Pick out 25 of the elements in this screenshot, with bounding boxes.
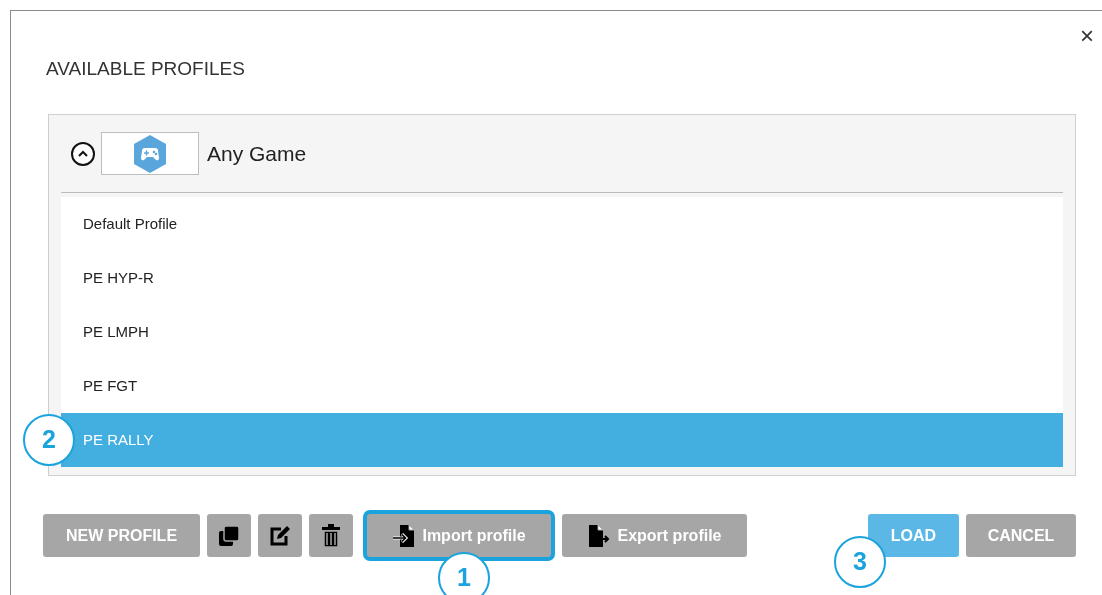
export-profile-button[interactable]: Export profile [562,514,747,557]
copy-icon [218,524,240,547]
profile-item[interactable]: PE RALLY [61,413,1063,467]
profile-item[interactable]: PE LMPH [61,305,1063,359]
export-file-icon [587,523,612,548]
dialog-title: AVAILABLE PROFILES [46,57,246,81]
edit-button[interactable] [258,514,302,557]
callout-number: 2 [23,414,75,466]
profile-item[interactable]: PE FGT [61,359,1063,413]
callout-number: 1 [438,552,490,595]
load-button[interactable]: LOAD [868,514,959,557]
edit-icon [269,525,291,546]
cancel-button[interactable]: CANCEL [966,514,1076,557]
callout-number: 3 [834,536,886,588]
close-button[interactable]: × [1078,21,1096,51]
game-name: Any Game [207,140,307,167]
trash-icon [321,523,341,548]
profile-item[interactable]: Default Profile [61,197,1063,251]
copy-button[interactable] [207,514,251,557]
profile-item[interactable]: PE HYP-R [61,251,1063,305]
delete-button[interactable] [309,514,353,557]
new-profile-button[interactable]: NEW PROFILE [43,514,200,557]
collapse-button[interactable] [71,141,95,166]
import-file-icon [392,523,417,548]
chevron-icon [78,150,88,157]
